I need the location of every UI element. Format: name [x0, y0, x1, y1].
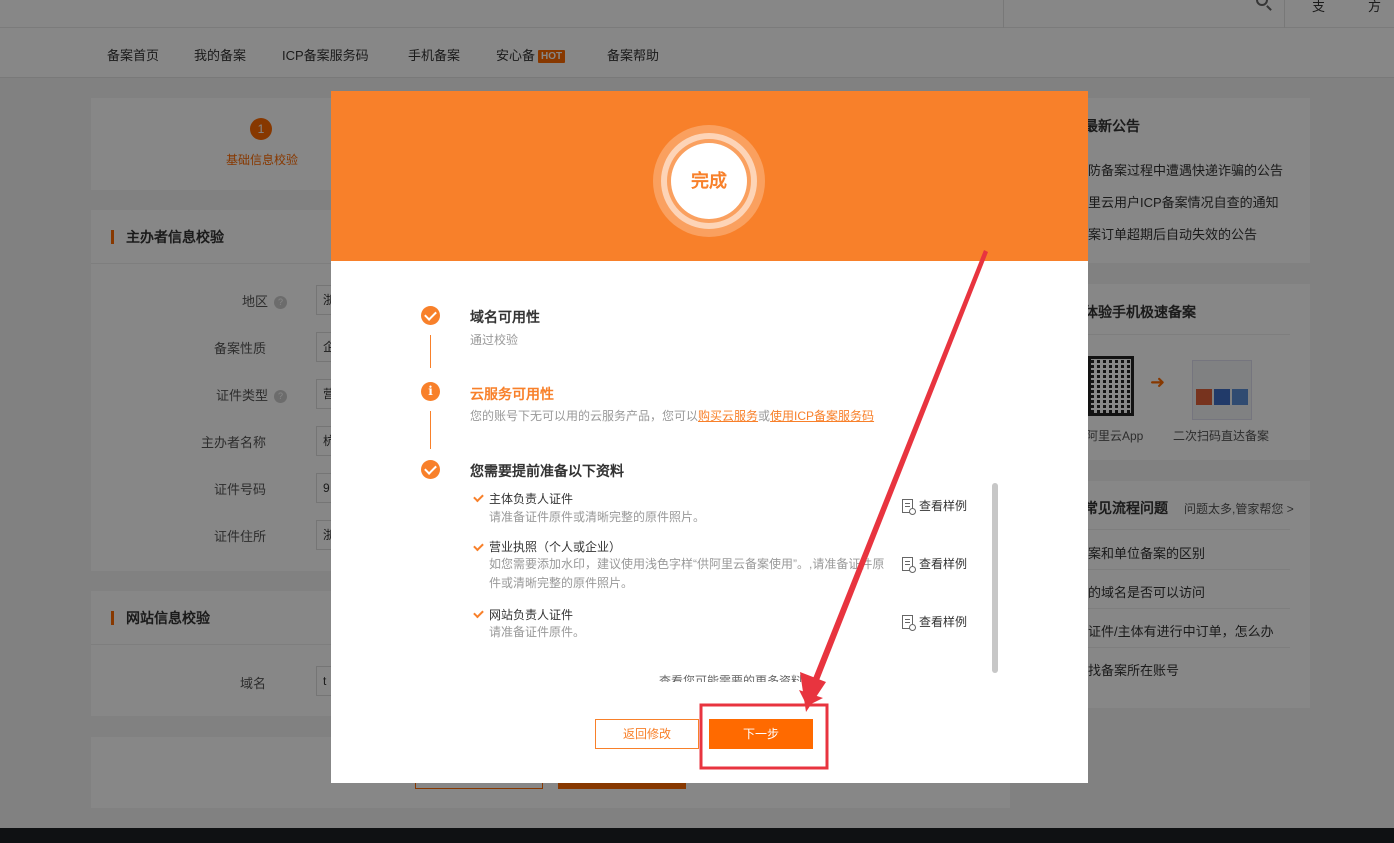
view-sample-link[interactable]: 查看样例	[902, 555, 968, 573]
next-step-button[interactable]: 下一步	[709, 719, 813, 749]
check-mark-icon	[473, 491, 484, 503]
document-icon	[902, 615, 916, 631]
domain-availability-desc: 通过校验	[470, 333, 519, 347]
document-icon	[902, 557, 916, 573]
timeline-connector	[430, 335, 431, 368]
or-text: 或	[758, 409, 771, 423]
cloud-service-desc-text: 您的账号下无可以用的云服务产品，您可以	[470, 409, 699, 423]
materials-scrollbar[interactable]	[992, 483, 998, 673]
domain-availability-title: 域名可用性	[470, 309, 540, 325]
material-desc: 如您需要添加水印，建议使用浅色字样“供阿里云备案使用”。,请准备证件原件或清晰完…	[489, 557, 885, 590]
material-title: 营业执照（个人或企业）	[489, 540, 622, 554]
buy-cloud-service-link[interactable]: 购买云服务	[698, 409, 758, 423]
check-mark-icon	[473, 540, 484, 552]
view-sample-link[interactable]: 查看样例	[902, 497, 968, 515]
check-icon	[421, 306, 440, 325]
info-icon: i	[421, 382, 440, 401]
use-icp-service-code-link[interactable]: 使用ICP备案服务码	[770, 409, 874, 423]
view-sample-link[interactable]: 查看样例	[902, 613, 968, 631]
material-desc: 请准备证件原件或清晰完整的原件照片。	[489, 510, 706, 524]
scrollbar-thumb[interactable]	[992, 483, 998, 673]
view-sample-text: 查看样例	[919, 499, 968, 513]
dialog-header: 完成	[331, 91, 1088, 261]
back-edit-button[interactable]: 返回修改	[595, 719, 699, 749]
material-title: 网站负责人证件	[489, 608, 574, 622]
timeline-connector	[430, 411, 431, 449]
material-desc: 请准备证件原件。	[489, 625, 586, 639]
cloud-service-desc: 您的账号下无可以用的云服务产品，您可以购买云服务或使用ICP备案服务码	[470, 407, 874, 424]
document-icon	[902, 499, 916, 515]
view-sample-text: 查看样例	[919, 615, 968, 629]
check-mark-icon	[473, 607, 484, 619]
more-materials-link[interactable]: 查看您可能需要的更多资料	[659, 671, 803, 682]
material-title: 主体负责人证件	[489, 492, 574, 506]
status-text: 完成	[671, 143, 747, 219]
materials-title: 您需要提前准备以下资料	[470, 463, 624, 479]
view-sample-text: 查看样例	[919, 557, 968, 571]
verification-result-dialog: 完成 域名可用性 通过校验 i 云服务可用性 您的账号下无可以用的云服务产品，您…	[331, 91, 1088, 783]
status-ring: 完成	[653, 125, 765, 237]
check-icon	[421, 460, 440, 479]
cloud-service-title: 云服务可用性	[470, 386, 554, 402]
